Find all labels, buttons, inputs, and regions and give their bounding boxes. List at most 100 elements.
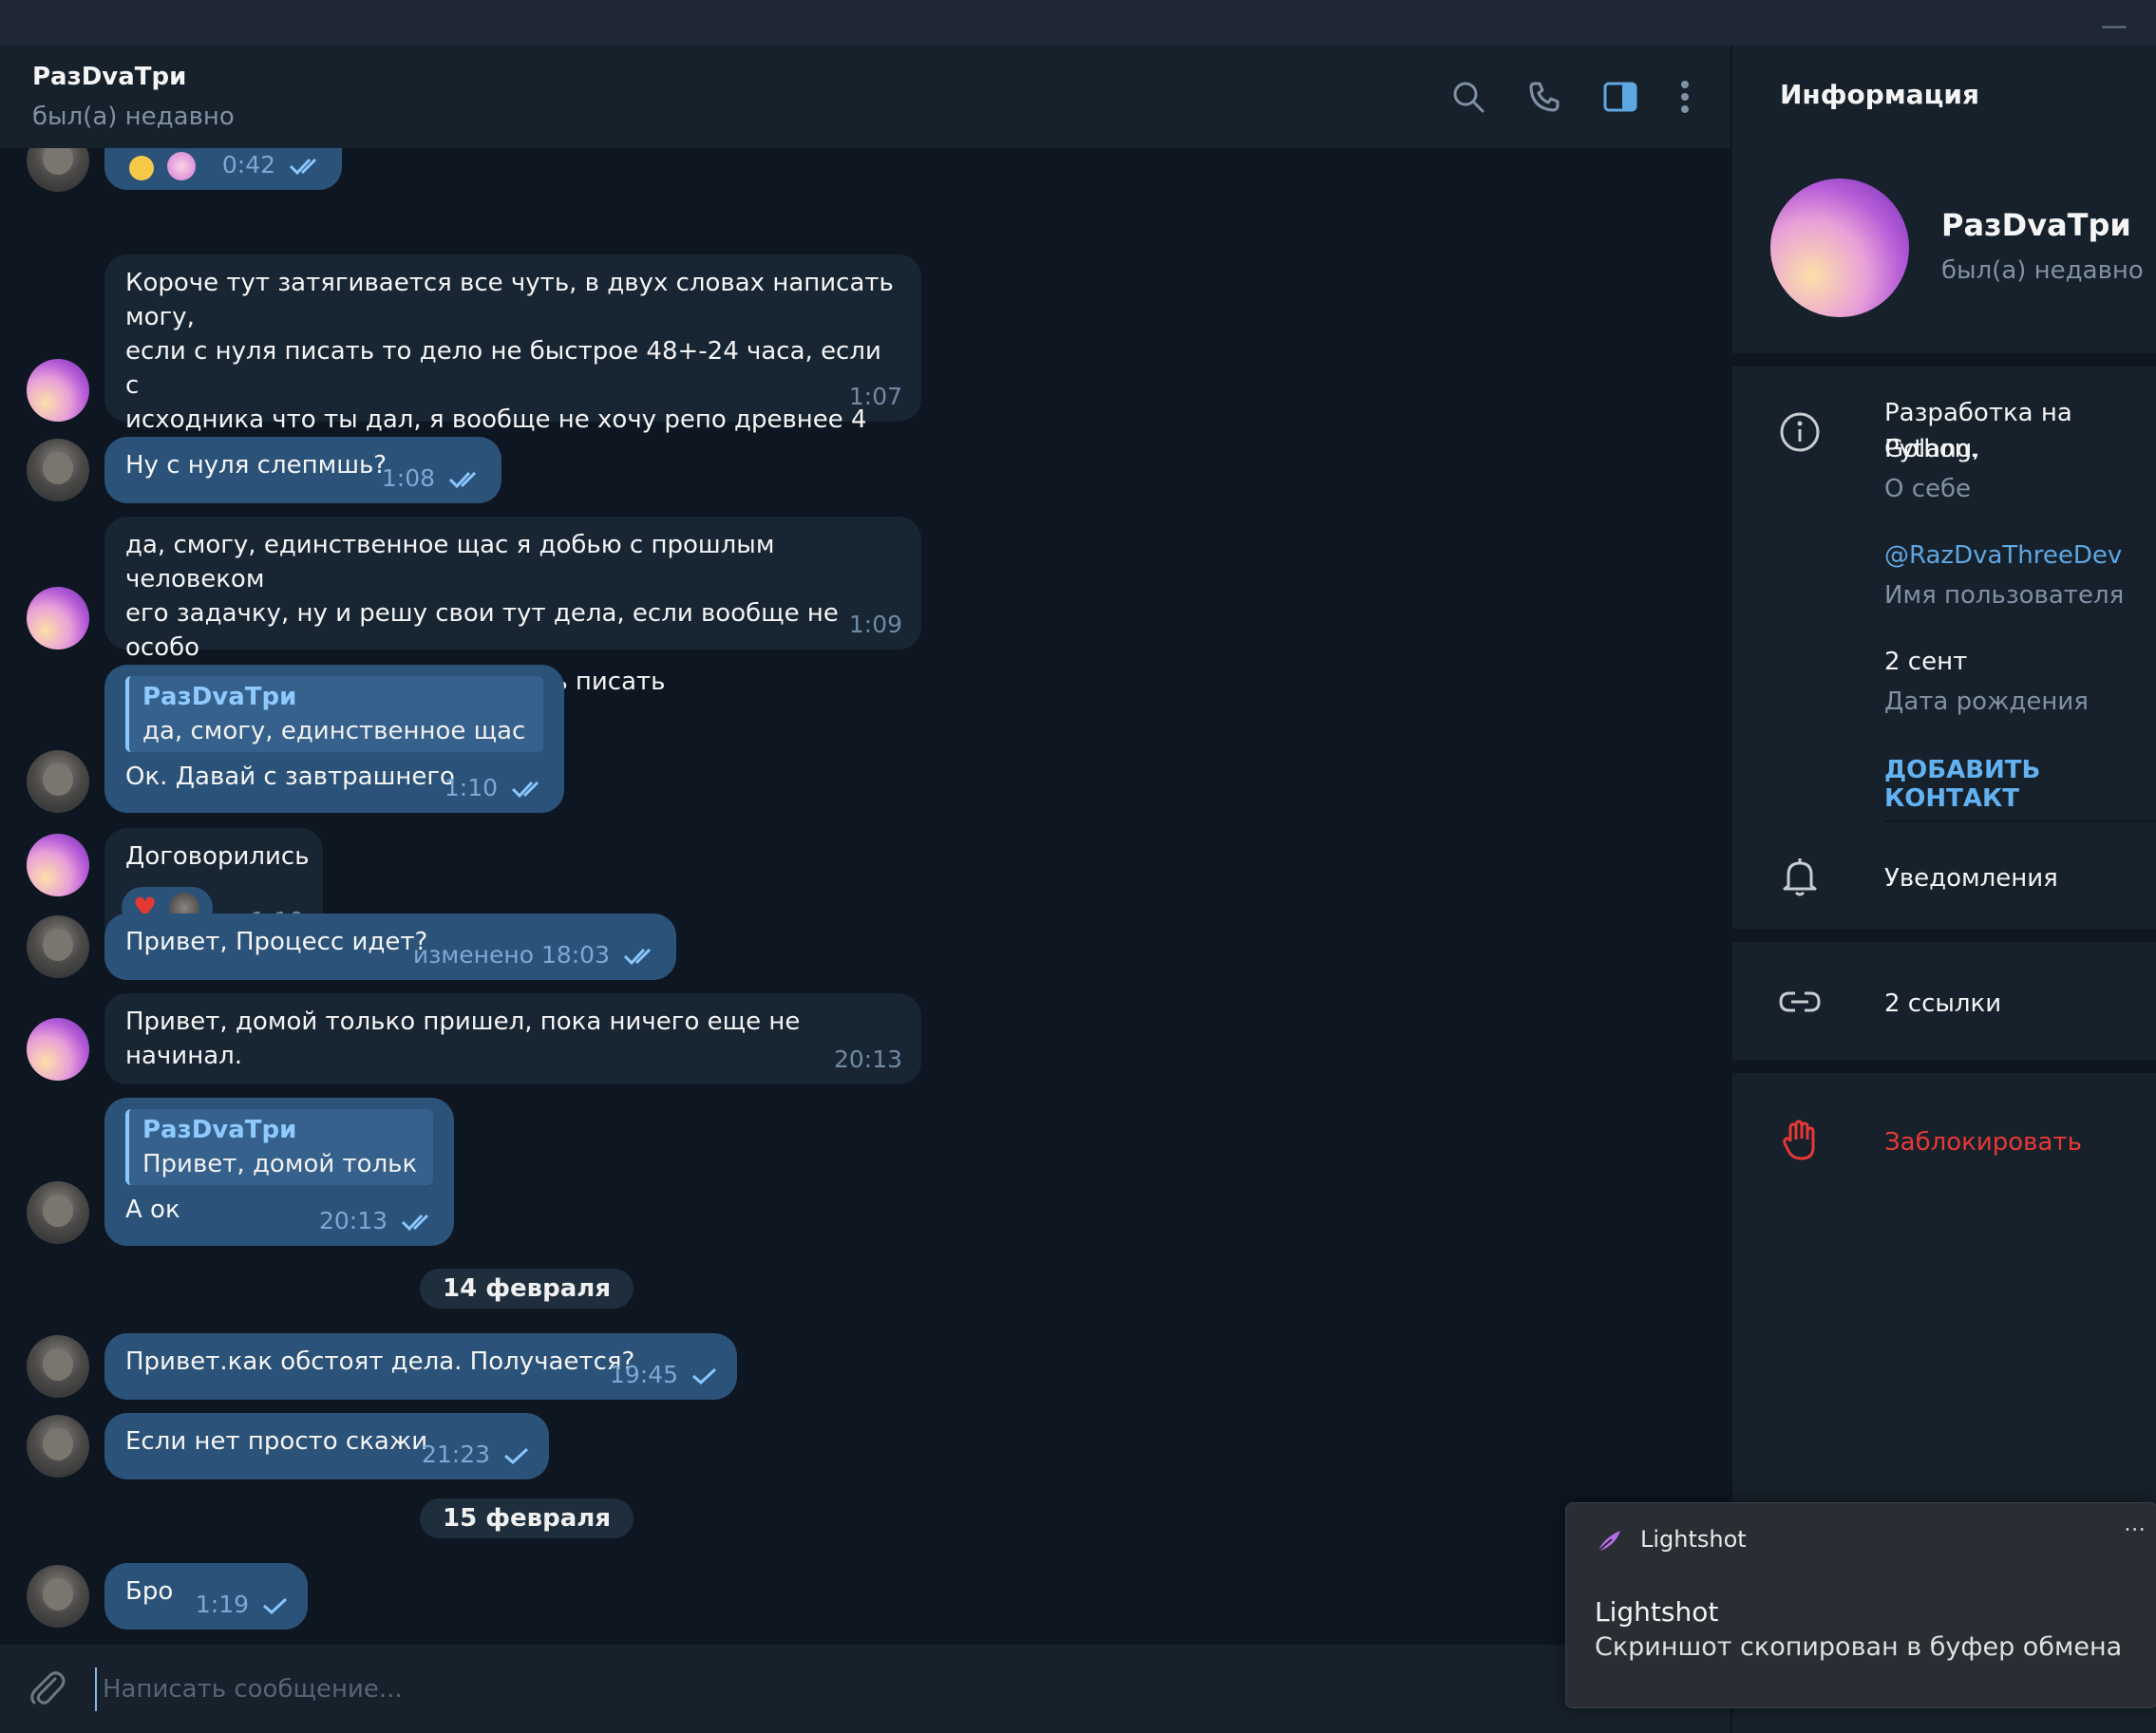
profile-avatar[interactable] (1770, 179, 1909, 317)
message-text-line: да, смогу, единственное щас я добью с пр… (125, 531, 775, 593)
message-bubble[interactable]: Привет, домой только пришел, пока ничего… (104, 993, 921, 1084)
section-divider (1732, 929, 2156, 942)
reply-quote[interactable]: РазDvaТри да, смогу, единственное щас ..… (125, 676, 543, 752)
section-divider (1732, 1060, 2156, 1073)
phone-icon[interactable] (1518, 70, 1571, 123)
message-text: Привет, домой только пришел, пока ничего… (125, 1008, 801, 1070)
message-text: Привет.как обстоят дела. Получается? (125, 1347, 635, 1376)
message-bubble[interactable]: Короче тут затягивается все чуть, в двух… (104, 254, 921, 502)
bio-label: О себе (1884, 475, 1972, 503)
message-time: 20:13 (833, 1045, 902, 1073)
message-time: 1:07 (848, 383, 902, 410)
date-separator: 14 февраля (420, 1269, 634, 1309)
message-bubble[interactable]: Привет.как обстоят дела. Получается? 19:… (104, 1333, 737, 1400)
lightshot-feather-icon (1597, 1531, 1620, 1553)
toast-body: Скриншот скопирован в буфер обмена (1595, 1632, 2123, 1662)
username-label: Имя пользователя (1884, 581, 2125, 610)
info-panel: Информация РазDvaТри был(а) недавно Разр… (1730, 46, 2156, 1733)
message-edited-time: изменено 18:03 (412, 941, 610, 969)
reply-quote[interactable]: РазDvaТри Привет, домой тольк... (125, 1109, 433, 1185)
block-user-button[interactable]: Заблокировать (1884, 1124, 2082, 1160)
double-check-icon (623, 948, 652, 966)
toast-more-button[interactable]: ··· (2124, 1516, 2146, 1543)
message-bubble[interactable]: 0:42 (104, 148, 342, 190)
message-time: 1:10 (444, 774, 498, 801)
message-bubble[interactable]: РазDvaТри Привет, домой тольк... А ок 20… (104, 1098, 454, 1246)
message-input[interactable] (95, 1667, 1529, 1711)
message-time: 20:13 (318, 1207, 388, 1234)
bell-icon (1778, 855, 1822, 898)
search-icon[interactable] (1442, 70, 1495, 123)
notification-toast[interactable]: Lightshot ··· Lightshot Скриншот скопиро… (1565, 1502, 2156, 1708)
message-bubble[interactable]: Привет, Процесс идет? изменено 18:03 (104, 914, 676, 980)
chat-title: РазDvaТри (32, 63, 187, 91)
avatar[interactable] (27, 148, 89, 192)
bio-line: Python. (1884, 435, 1978, 463)
check-icon (692, 1367, 717, 1385)
message-bubble[interactable]: да, смогу, единственное щас я добью с пр… (104, 517, 921, 696)
profile-name: РазDvaТри (1941, 207, 2131, 243)
message-time: 1:08 (381, 464, 435, 492)
avatar[interactable] (27, 359, 89, 422)
message-text: Привет, Процесс идет? (125, 928, 428, 956)
chat-header[interactable]: РазDvaТри был(а) недавно (0, 46, 1730, 148)
double-check-icon (401, 1214, 429, 1232)
reply-author: РазDvaТри (142, 683, 297, 711)
chat-area: РазDvaТри был(а) недавно 0:42 Короче тут… (0, 46, 1730, 1733)
link-icon (1778, 980, 1822, 1024)
birthday-label: Дата рождения (1884, 688, 2089, 716)
avatar[interactable] (27, 587, 89, 650)
username-link[interactable]: @RazDvaThreeDev (1884, 541, 2122, 570)
message-text-line: его задачку, ну и решу свои тут дела, ес… (125, 599, 839, 662)
shared-links-item[interactable]: 2 ссылки (1884, 986, 2001, 1022)
message-text-line: Короче тут затягивается все чуть, в двух… (125, 269, 894, 331)
avatar[interactable] (27, 1018, 89, 1081)
window-titlebar: — (0, 0, 2156, 46)
notifications-item[interactable]: Уведомления (1884, 860, 2058, 896)
more-vert-icon[interactable] (1658, 70, 1712, 123)
sidebar-toggle-icon[interactable] (1594, 70, 1647, 123)
toast-title: Lightshot (1595, 1596, 1719, 1628)
double-check-icon (289, 158, 317, 176)
profile-status: был(а) недавно (1941, 256, 2144, 285)
message-time: 21:23 (421, 1441, 490, 1468)
minimize-button[interactable]: — (2101, 9, 2128, 41)
message-bubble[interactable]: Бро 1:19 (104, 1563, 308, 1629)
message-text: А ок (125, 1196, 180, 1224)
message-text: Бро (125, 1577, 174, 1606)
section-divider (1732, 353, 2156, 367)
message-bubble[interactable]: Ну с нуля слепмшь? 1:08 (104, 437, 501, 503)
avatar[interactable] (27, 834, 89, 896)
birthday-value: 2 сент (1884, 648, 1968, 676)
chat-status: был(а) недавно (32, 103, 235, 131)
message-time: 19:45 (609, 1361, 678, 1388)
avatar[interactable] (27, 1181, 89, 1244)
composer-bar (0, 1645, 1730, 1733)
avatar[interactable] (27, 750, 89, 813)
avatar[interactable] (27, 1415, 89, 1478)
message-bubble[interactable]: Если нет просто скажи 21:23 (104, 1413, 549, 1479)
message-text: Ок. Давай с завтрашнего (125, 763, 455, 791)
toast-app-name: Lightshot (1640, 1526, 1747, 1553)
panel-title: Информация (1780, 79, 1979, 110)
message-text: Ну с нуля слепмшь? (125, 451, 388, 480)
avatar[interactable] (27, 1565, 89, 1628)
message-list[interactable]: 0:42 Короче тут затягивается все чуть, в… (0, 148, 1730, 1645)
date-separator: 15 февраля (420, 1498, 634, 1538)
check-icon (504, 1447, 529, 1465)
message-text: Если нет просто скажи (125, 1427, 428, 1456)
message-text: Договорились (125, 842, 310, 871)
message-bubble[interactable]: РазDvaТри да, смогу, единственное щас ..… (104, 665, 564, 813)
emoji-reaction (129, 156, 154, 180)
reply-author: РазDvaТри (142, 1116, 297, 1144)
message-time: 1:09 (848, 611, 902, 638)
paperclip-icon[interactable] (27, 1667, 68, 1713)
avatar[interactable] (27, 915, 89, 978)
hand-stop-icon (1778, 1119, 1822, 1162)
avatar[interactable] (27, 439, 89, 501)
reply-text: да, смогу, единственное щас ... (142, 717, 530, 745)
avatar[interactable] (27, 1335, 89, 1398)
info-icon (1778, 410, 1822, 454)
add-contact-button[interactable]: ДОБАВИТЬ КОНТАКТ (1884, 756, 2156, 813)
check-icon (263, 1597, 288, 1615)
